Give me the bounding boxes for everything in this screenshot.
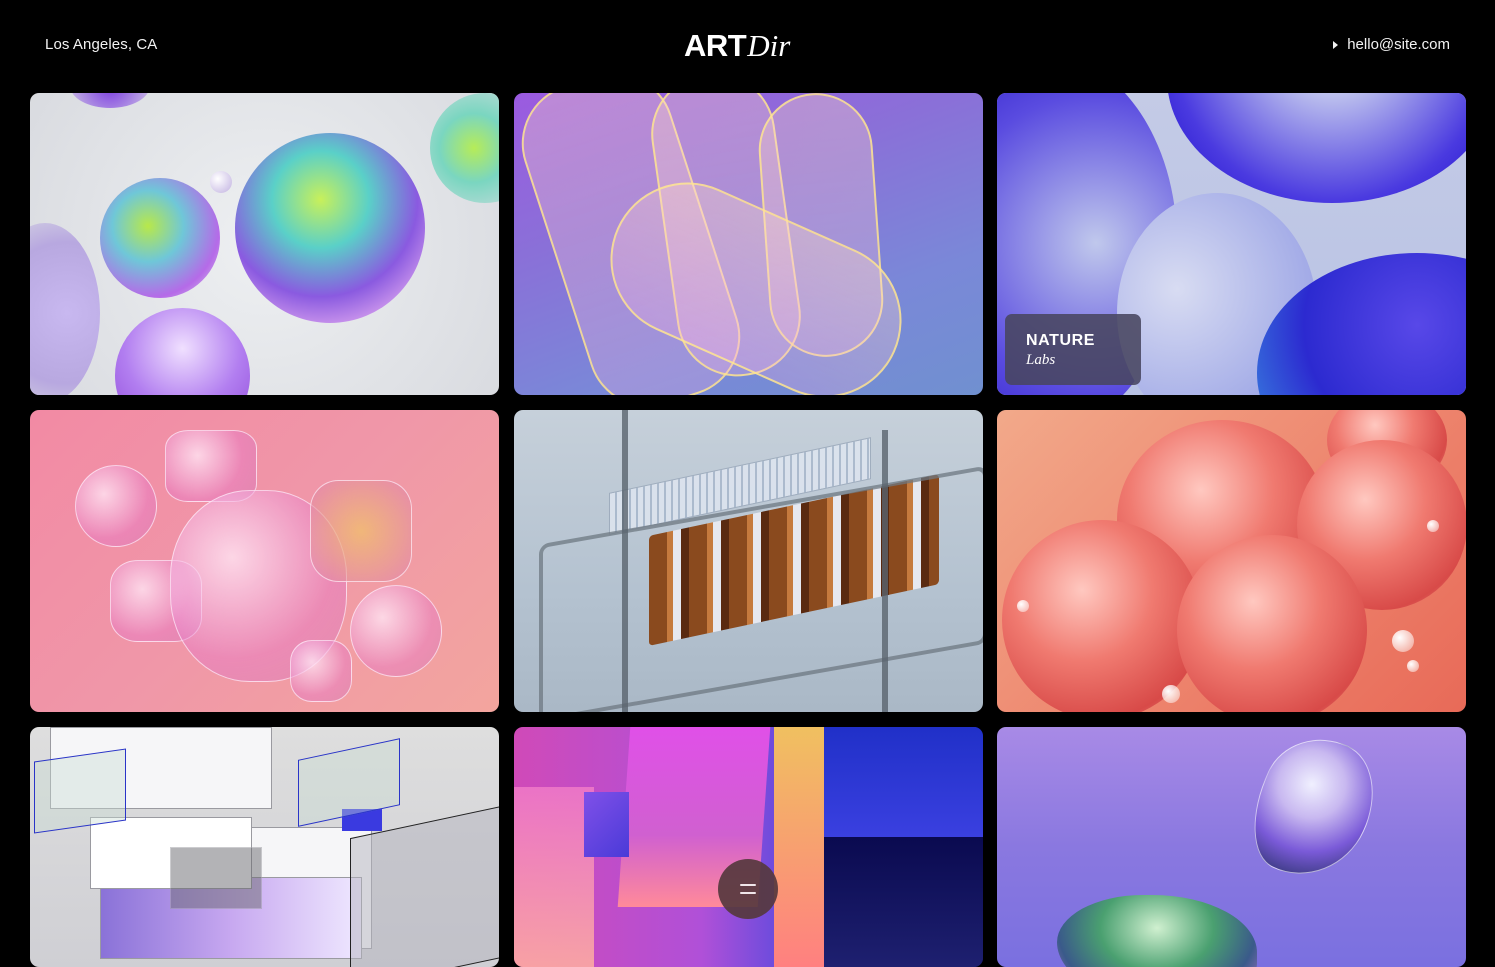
- card-artwork: [514, 787, 594, 967]
- card-artwork: [75, 465, 157, 547]
- logo-sub: Dir: [747, 28, 791, 63]
- project-card-glass-droplet[interactable]: [997, 727, 1466, 967]
- project-card-red-bubbles[interactable]: [997, 410, 1466, 712]
- logo-main: ART: [684, 28, 747, 63]
- contact-email: hello@site.com: [1347, 36, 1450, 53]
- contact-email-link[interactable]: hello@site.com: [1333, 36, 1450, 53]
- menu-button[interactable]: [718, 859, 778, 919]
- project-card-ribbons[interactable]: [514, 93, 983, 395]
- project-card-bubbles[interactable]: [30, 93, 499, 395]
- site-logo[interactable]: ART Dir: [684, 28, 791, 63]
- project-card-pink-glass[interactable]: [30, 410, 499, 712]
- menu-icon: [740, 884, 756, 894]
- badge-title: NATURE: [1026, 332, 1096, 349]
- project-card-white-blocks[interactable]: [30, 727, 499, 967]
- badge-subtitle: Labs: [1026, 352, 1056, 368]
- caret-right-icon: [1333, 40, 1339, 49]
- project-card-neon-geometry[interactable]: [514, 727, 983, 967]
- project-card-glass-cage[interactable]: [514, 410, 983, 712]
- card-artwork: [1232, 727, 1394, 897]
- card-artwork: [70, 93, 150, 108]
- project-grid: NATURE Labs: [30, 93, 1466, 967]
- location-text: Los Angeles, CA: [45, 36, 158, 53]
- site-header: Los Angeles, CA ART Dir hello@site.com: [0, 0, 1495, 93]
- project-card-nature-labs[interactable]: NATURE Labs: [997, 93, 1466, 395]
- project-badge: NATURE Labs: [1005, 314, 1141, 385]
